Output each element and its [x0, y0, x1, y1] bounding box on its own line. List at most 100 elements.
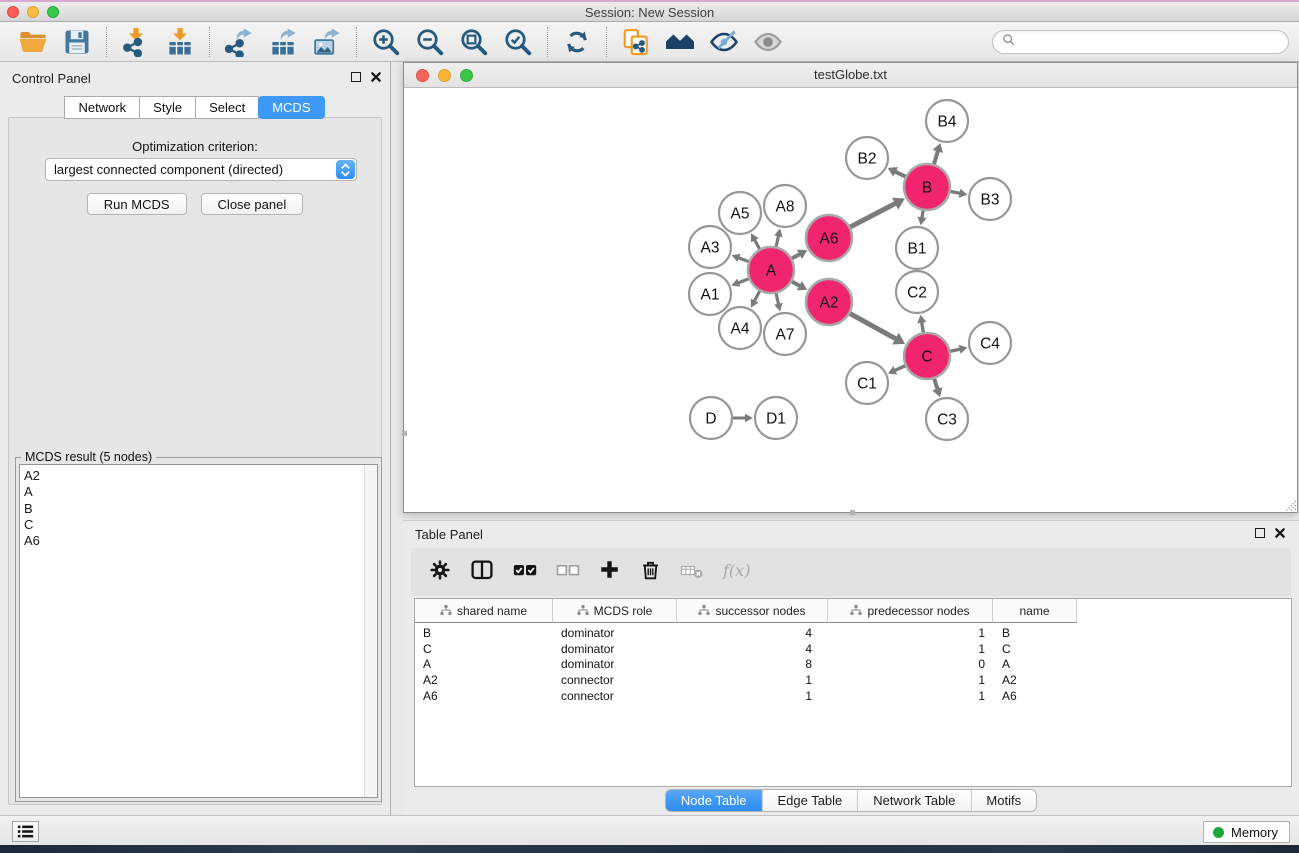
- hide-selected-button[interactable]: [708, 26, 740, 58]
- mcds-result-item[interactable]: B: [24, 501, 377, 517]
- edge-C-C4[interactable]: [951, 349, 961, 351]
- table-cell[interactable]: A2: [415, 673, 553, 687]
- optimization-criterion-select[interactable]: largest connected component (directed): [45, 158, 357, 181]
- import-network-button[interactable]: [120, 26, 152, 58]
- memory-button[interactable]: Memory: [1203, 821, 1290, 843]
- edge-C-C2[interactable]: [922, 322, 924, 333]
- network-zoom-button[interactable]: [460, 69, 473, 82]
- table-cell[interactable]: 1: [677, 673, 828, 687]
- table-cell[interactable]: B: [415, 626, 553, 640]
- network-minimize-button[interactable]: [438, 69, 451, 82]
- zoom-in-button[interactable]: [370, 26, 402, 58]
- mcds-result-item[interactable]: A: [24, 484, 377, 500]
- tab-edge-table[interactable]: Edge Table: [761, 790, 857, 811]
- edge-A2-C[interactable]: [850, 314, 896, 340]
- table-cell[interactable]: 1: [828, 642, 993, 656]
- edge-A-A5[interactable]: [754, 239, 759, 249]
- table-cell[interactable]: B: [993, 626, 1077, 640]
- network-close-button[interactable]: [416, 69, 429, 82]
- zoom-selected-button[interactable]: [502, 26, 534, 58]
- show-all-button[interactable]: [752, 26, 784, 58]
- table-row[interactable]: Bdominator41B: [415, 625, 1291, 641]
- tab-select[interactable]: Select: [195, 96, 259, 119]
- table-panel-close-icon[interactable]: [1275, 528, 1285, 538]
- tab-network[interactable]: Network: [64, 96, 140, 119]
- save-session-button[interactable]: [61, 26, 93, 58]
- search-input[interactable]: [1021, 35, 1279, 50]
- settings-gear-button[interactable]: [428, 558, 452, 586]
- mcds-result-item[interactable]: A6: [24, 533, 377, 549]
- tab-network-table[interactable]: Network Table: [857, 790, 970, 811]
- table-cell[interactable]: 8: [677, 657, 828, 671]
- table-row[interactable]: A6connector11A6: [415, 688, 1291, 704]
- edge-A-A6[interactable]: [792, 254, 800, 259]
- edge-B-B1[interactable]: [922, 211, 923, 219]
- export-network-button[interactable]: [223, 26, 255, 58]
- table-cell[interactable]: dominator: [553, 657, 677, 671]
- edge-A-A1[interactable]: [738, 279, 749, 283]
- column-header-successor-nodes[interactable]: successor nodes: [677, 599, 828, 623]
- tab-style[interactable]: Style: [139, 96, 196, 119]
- table-cell[interactable]: C: [415, 642, 553, 656]
- edge-A-A8[interactable]: [776, 235, 778, 246]
- split-columns-button[interactable]: [470, 558, 494, 586]
- table-cell[interactable]: connector: [553, 673, 677, 687]
- open-file-button[interactable]: [17, 26, 49, 58]
- table-cell[interactable]: A6: [415, 689, 553, 703]
- new-network-from-selection-button[interactable]: [620, 26, 652, 58]
- edge-B-B3[interactable]: [951, 191, 961, 193]
- edge-A-A4[interactable]: [754, 291, 760, 301]
- table-cell[interactable]: dominator: [553, 642, 677, 656]
- table-cell[interactable]: A2: [993, 673, 1077, 687]
- table-cell[interactable]: 1: [828, 673, 993, 687]
- column-header-shared-name[interactable]: shared name: [415, 599, 553, 623]
- table-cell[interactable]: A: [993, 657, 1077, 671]
- table-cell[interactable]: 0: [828, 657, 993, 671]
- export-table-button[interactable]: [267, 26, 299, 58]
- table-row[interactable]: Adominator80A: [415, 657, 1291, 673]
- table-cell[interactable]: connector: [553, 689, 677, 703]
- run-mcds-button[interactable]: Run MCDS: [87, 193, 187, 215]
- edge-C-C1[interactable]: [894, 366, 905, 371]
- first-neighbors-button[interactable]: [664, 26, 696, 58]
- tab-motifs[interactable]: Motifs: [970, 790, 1036, 811]
- zoom-out-button[interactable]: [414, 26, 446, 58]
- export-image-button[interactable]: [311, 26, 343, 58]
- column-header-predecessor-nodes[interactable]: predecessor nodes: [828, 599, 993, 623]
- tab-mcds[interactable]: MCDS: [258, 96, 324, 119]
- zoom-fit-button[interactable]: [458, 26, 490, 58]
- import-table-button[interactable]: [164, 26, 196, 58]
- select-all-checks-button[interactable]: [512, 558, 538, 586]
- control-panel-close-icon[interactable]: [371, 72, 381, 82]
- edge-A-A2[interactable]: [792, 282, 800, 287]
- edge-A6-B[interactable]: [850, 203, 896, 227]
- network-window-titlebar[interactable]: testGlobe.txt: [404, 63, 1297, 88]
- column-header-mcds-role[interactable]: MCDS role: [553, 599, 677, 623]
- table-cell[interactable]: 1: [677, 689, 828, 703]
- table-panel-float-button[interactable]: [1255, 528, 1265, 538]
- mcds-result-list[interactable]: A2ABCA6: [19, 464, 378, 798]
- edge-B-B4[interactable]: [934, 150, 938, 164]
- table-row[interactable]: Cdominator41C: [415, 641, 1291, 657]
- edge-C-C3[interactable]: [934, 379, 937, 390]
- control-panel-float-button[interactable]: [351, 72, 361, 82]
- result-list-scrollbar[interactable]: [364, 465, 377, 797]
- table-cell[interactable]: A: [415, 657, 553, 671]
- network-canvas[interactable]: AA1A2A3A4A5A6A7A8BB1B2B3B4CC1C2C3C4DD1: [404, 88, 1297, 512]
- table-cell[interactable]: 4: [677, 626, 828, 640]
- close-panel-button[interactable]: Close panel: [201, 193, 304, 215]
- edge-B-B2[interactable]: [895, 171, 906, 176]
- table-row[interactable]: A2connector11A2: [415, 672, 1291, 688]
- table-cell[interactable]: C: [993, 642, 1077, 656]
- mcds-result-item[interactable]: A2: [24, 468, 377, 484]
- task-history-button[interactable]: [12, 821, 39, 842]
- resize-grip-icon[interactable]: [1282, 497, 1297, 512]
- refresh-layout-button[interactable]: [561, 26, 593, 58]
- deselect-all-checks-button[interactable]: [556, 558, 580, 586]
- table-cell[interactable]: A6: [993, 689, 1077, 703]
- table-cell[interactable]: 4: [677, 642, 828, 656]
- column-header-name[interactable]: name: [993, 599, 1077, 623]
- table-cell[interactable]: 1: [828, 626, 993, 640]
- edge-A-A3[interactable]: [738, 258, 748, 262]
- add-row-button[interactable]: [598, 558, 621, 586]
